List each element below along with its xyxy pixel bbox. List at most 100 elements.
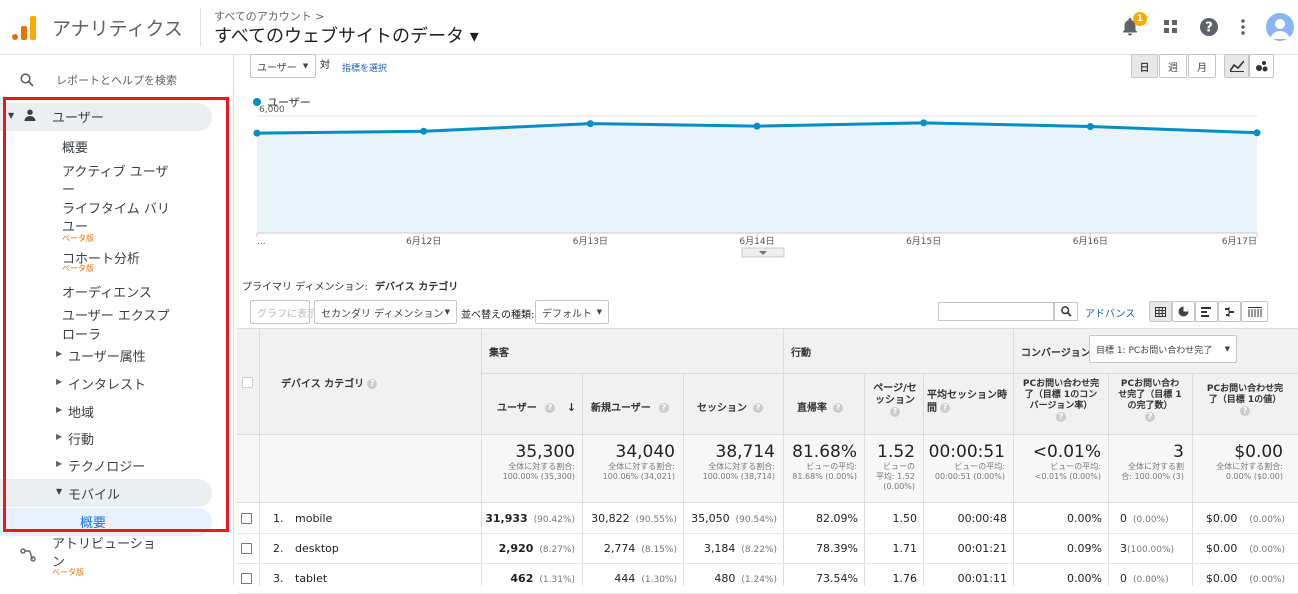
data-point	[253, 129, 261, 137]
row-avg-session: 00:01:21	[957, 542, 1007, 555]
sidebar-item-active-users[interactable]: アクティブ ユーザ	[62, 161, 168, 180]
account-avatar[interactable]	[1266, 13, 1294, 41]
sidebar-item-explorer[interactable]: ユーザー エクスプ	[62, 305, 169, 324]
more-vert-icon[interactable]	[1230, 14, 1256, 40]
select-all-checkbox[interactable]	[242, 377, 253, 388]
row-checkbox[interactable]	[241, 543, 252, 554]
row-bounce: 82.09%	[816, 512, 858, 525]
row-checkbox[interactable]	[241, 573, 252, 584]
sidebar-item-active-users-cont[interactable]: ー	[62, 179, 75, 198]
attribution-icon	[20, 548, 36, 565]
help-icon[interactable]: ?	[940, 403, 950, 413]
property-selector[interactable]: すべてのウェブサイトのデータ ▾	[214, 22, 479, 48]
total-completions: 3	[1173, 442, 1184, 462]
sidebar-item-lifetime[interactable]: ライフタイム バリ	[62, 198, 170, 217]
col-goal-value[interactable]: PCお問い合わせ完 了（目標 1の値） ?	[1195, 384, 1295, 418]
sidebar-item-attribution[interactable]: アトリビューショ	[52, 533, 156, 552]
performance-view-button[interactable]	[1195, 301, 1218, 322]
row-index: 1.	[273, 512, 284, 525]
row-device-link[interactable]: tablet	[295, 572, 327, 585]
plot-rows-button[interactable]: グラフに表示	[250, 300, 317, 324]
month-button[interactable]: 月	[1188, 54, 1216, 78]
row-index: 2.	[273, 542, 284, 555]
users-line-chart: ユーザー2,0004,0006,000...6月12日6月13日6月14日6月1…	[253, 96, 1261, 258]
goal-selector[interactable]: 目標 1: PCお問い合わせ完了 ▼	[1089, 335, 1237, 363]
row-completions: 0 (0.00%)	[1120, 512, 1169, 525]
metric-selector[interactable]: ユーザー ▼	[250, 54, 316, 78]
notification-badge: 1	[1133, 12, 1147, 26]
col-completions[interactable]: PCお問い合わ せ完了（目標 1 の完了数） ?	[1110, 379, 1190, 424]
row-pages: 1.71	[892, 542, 918, 555]
area-fill	[257, 122, 1257, 233]
total-val-sub: 全体に対する割合: 0.00% ($0.00)	[1216, 462, 1283, 481]
beta-badge-attribution: ベータ版	[52, 568, 84, 577]
sidebar-item-interests[interactable]: インタレスト	[68, 374, 146, 393]
dimension-header[interactable]: デバイス カテゴリ?	[281, 375, 378, 390]
day-button[interactable]: 日	[1131, 54, 1158, 78]
report-search[interactable]: レポートとヘルプを検索	[56, 72, 177, 88]
apps-grid-icon[interactable]	[1158, 14, 1184, 40]
pivot-view-button[interactable]	[1241, 301, 1268, 322]
sidebar-item-demographics[interactable]: ユーザー属性	[68, 346, 146, 365]
motion-chart-button[interactable]	[1249, 54, 1274, 78]
col-users[interactable]: ユーザー? ↓	[497, 399, 576, 414]
secondary-dimension-dropdown[interactable]: セカンダリ ディメンション ▼	[314, 300, 457, 324]
expand-arrow-icon: ▼	[8, 111, 15, 120]
svg-text:?: ?	[1205, 21, 1213, 36]
col-new-users[interactable]: 新規ユーザー?	[591, 399, 669, 414]
sidebar-item-audiences[interactable]: オーディエンス	[62, 282, 152, 301]
col-new-users-label: 新規ユーザー	[591, 403, 651, 414]
x-tick-label: 6月16日	[1073, 236, 1108, 247]
pie-view-button[interactable]	[1172, 301, 1195, 322]
help-icon[interactable]: ?	[367, 379, 378, 389]
week-button[interactable]: 週	[1159, 54, 1187, 78]
analytics-logo-icon[interactable]	[12, 14, 38, 40]
row-avg-session: 00:00:48	[957, 512, 1007, 525]
col-sessions[interactable]: セッション?	[697, 399, 763, 414]
app-title: アナリティクス	[52, 18, 183, 40]
total-bounce: 81.68%	[792, 442, 857, 462]
help-icon[interactable]: ?	[1196, 14, 1222, 40]
help-icon[interactable]: ?	[544, 403, 555, 413]
help-icon[interactable]: ?	[1145, 412, 1155, 422]
row-new-users: 2,774 (8.15%)	[604, 542, 677, 555]
primary-dimension-value[interactable]: デバイス カテゴリ	[375, 282, 458, 293]
help-icon[interactable]: ?	[890, 407, 900, 417]
search-icon[interactable]	[20, 73, 34, 90]
person-icon	[24, 109, 36, 124]
row-device-link[interactable]: mobile	[295, 512, 332, 525]
select-metric-link[interactable]: 指標を選択	[342, 61, 387, 74]
row-checkbox[interactable]	[241, 513, 252, 524]
data-point	[920, 119, 928, 127]
row-device-link[interactable]: desktop	[295, 542, 339, 555]
col-conv-rate[interactable]: PCお問い合わせ完 了（目標 1のコン バージョン率） ?	[1016, 379, 1106, 424]
table-search-button[interactable]	[1054, 302, 1078, 321]
table-search-input[interactable]	[938, 302, 1054, 321]
row-comp-value: 3	[1120, 542, 1127, 555]
table-view-button[interactable]	[1149, 301, 1172, 322]
col-bounce-rate[interactable]: 直帰率?	[797, 399, 843, 414]
help-icon[interactable]: ?	[1240, 406, 1250, 416]
col-pages-session[interactable]: ページ/セ ッション ?	[870, 383, 920, 419]
sidebar-item-behavior[interactable]: 行動	[68, 429, 94, 448]
plot-rows-label: グラフに表示	[257, 308, 317, 320]
help-icon[interactable]: ?	[658, 403, 669, 413]
col-avg-label-2: 間	[927, 403, 937, 414]
sort-type-dropdown[interactable]: デフォルト ▼	[535, 300, 609, 324]
row-users: 462 (1.31%)	[510, 572, 575, 585]
col-conv-label-1: PCお問い合わせ完	[1022, 379, 1100, 389]
total-sessions-sub: 全体に対する割合: 100.00% (38,714)	[702, 462, 775, 481]
help-icon[interactable]: ?	[753, 403, 763, 413]
advanced-link[interactable]: アドバンス	[1085, 305, 1135, 320]
line-chart-button[interactable]	[1224, 54, 1249, 78]
sidebar-item-technology[interactable]: テクノロジー	[68, 456, 145, 475]
help-icon[interactable]: ?	[833, 403, 843, 413]
collapse-arrow-icon: ▶	[56, 459, 63, 468]
col-avg-session[interactable]: 平均セッション時 間?	[927, 389, 1009, 415]
help-icon[interactable]: ?	[1056, 412, 1066, 422]
comparison-view-button[interactable]	[1218, 301, 1241, 322]
row-goal-value: $0.00 (0.00%)	[1206, 572, 1285, 585]
sidebar-item-overview[interactable]: 概要	[62, 137, 88, 156]
sidebar-item-geo[interactable]: 地域	[68, 402, 94, 421]
sidebar-item-explorer-cont[interactable]: ローラ	[62, 324, 101, 343]
